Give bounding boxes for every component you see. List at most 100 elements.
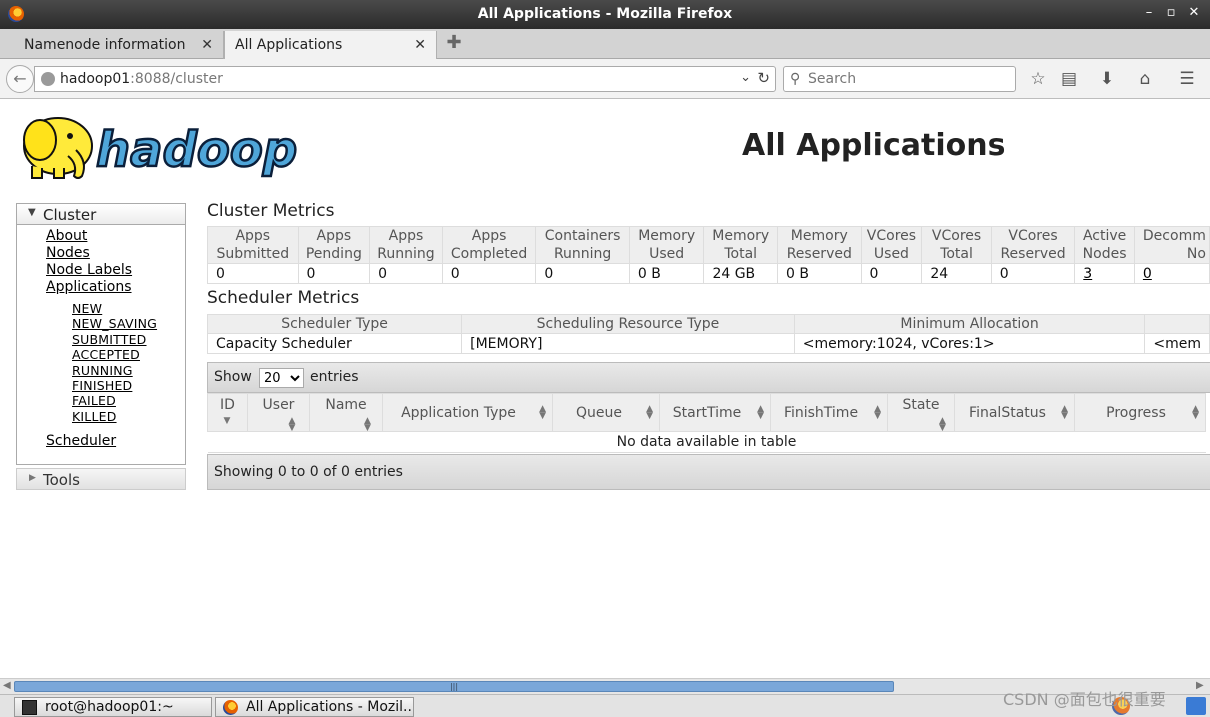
taskbar-item-terminal[interactable]: root@hadoop01:~: [14, 697, 212, 717]
tab-strip: Namenode information ✕ All Applications …: [0, 29, 1210, 60]
search-icon: ⚲: [790, 71, 801, 87]
sidebar-link-about[interactable]: About: [46, 228, 87, 244]
sidebar-link-running[interactable]: RUNNING: [72, 363, 133, 378]
table-header-row: ID ▼ User ▲ ▼ Name ▲ ▼ Application Type ▲ ▼ Que…: [207, 393, 1206, 433]
column-header-state[interactable]: State ▲ ▼: [887, 393, 955, 433]
column-header: VCores Total: [921, 226, 992, 264]
url-bar[interactable]: hadoop01:8088/cluster ⌄ ↻: [34, 66, 776, 92]
metric-apps-pending: 0: [297, 263, 371, 284]
sort-icon: ▲ ▼: [939, 416, 946, 433]
sort-icon: ▲ ▼: [539, 404, 546, 421]
sidebar-link-killed[interactable]: KILLED: [72, 409, 117, 424]
close-window-button[interactable]: ✕: [1186, 5, 1202, 23]
sidebar-link-nodes[interactable]: Nodes: [46, 245, 90, 261]
tab-all-applications[interactable]: All Applications ✕: [224, 31, 437, 60]
tools-accordion-header[interactable]: ▶ Tools: [16, 468, 186, 490]
sidebar-link-new-saving[interactable]: NEW_SAVING: [72, 316, 157, 331]
column-header: Scheduling Resource Type: [461, 314, 795, 334]
table-header-row: Apps Submitted Apps Pending Apps Running Ap…: [207, 226, 1210, 264]
column-header-application-type[interactable]: Application Type ▲ ▼: [382, 393, 553, 432]
reader-icon[interactable]: ▤: [1058, 68, 1080, 90]
maximize-button[interactable]: ▫: [1163, 5, 1179, 23]
sidebar-link-scheduler[interactable]: Scheduler: [46, 433, 116, 449]
url-dropdown-icon[interactable]: ⌄: [740, 70, 751, 85]
download-icon[interactable]: ⬇: [1096, 68, 1118, 90]
active-nodes-link[interactable]: 3: [1083, 266, 1092, 282]
column-header: Scheduler Type: [206, 314, 463, 334]
window-title: All Applications - Mozilla Firefox: [477, 6, 733, 22]
column-header-finish-time[interactable]: FinishTime ▲ ▼: [770, 393, 888, 432]
metric-vcores-reserved: 0: [990, 263, 1076, 284]
window-titlebar: All Applications - Mozilla Firefox – ▫ ✕: [0, 0, 1210, 29]
column-header: Containers Running: [535, 226, 630, 264]
metric-apps-submitted: 0: [207, 263, 299, 284]
hadoop-logo[interactable]: hadoop: [18, 106, 318, 182]
column-header-name[interactable]: Name ▲ ▼: [309, 393, 383, 433]
search-box[interactable]: ⚲: [783, 66, 1016, 92]
scroll-left-icon[interactable]: ◀: [3, 680, 11, 691]
tab-label: All Applications: [235, 37, 343, 53]
sidebar-link-finished[interactable]: FINISHED: [72, 378, 132, 393]
column-header-progress[interactable]: Progress ▲ ▼: [1074, 393, 1206, 432]
entries-label: entries: [310, 369, 359, 385]
taskbar-item-firefox[interactable]: All Applications - Mozil...: [215, 697, 414, 717]
star-icon[interactable]: ☆: [1027, 68, 1049, 90]
entries-per-page-select[interactable]: 20: [259, 368, 304, 388]
metric-memory-used: 0 B: [628, 263, 705, 284]
column-header: VCores Used: [860, 226, 923, 264]
column-header-final-status[interactable]: FinalStatus ▲ ▼: [954, 393, 1075, 432]
sort-icon: ▲ ▼: [364, 416, 371, 433]
metric-containers-running: 0: [535, 263, 630, 284]
column-header-user[interactable]: User ▲ ▼: [247, 393, 310, 433]
search-input[interactable]: [808, 70, 1008, 88]
metric-active-nodes: 3: [1074, 263, 1135, 284]
column-header: Memory Used: [628, 226, 705, 264]
sort-icon: ▲ ▼: [874, 404, 881, 421]
workspace-tray-icon[interactable]: [1186, 697, 1206, 715]
globe-icon: [41, 72, 55, 86]
table-row: Capacity Scheduler [MEMORY] <memory:1024…: [206, 333, 1210, 354]
column-header: Memory Total: [703, 226, 779, 264]
sidebar-link-applications[interactable]: Applications: [46, 279, 132, 295]
tab-close-icon[interactable]: ✕: [414, 37, 426, 53]
table-length-toolbar: Show 20 entries: [207, 362, 1210, 393]
tab-close-icon[interactable]: ✕: [201, 37, 213, 53]
sidebar-link-accepted[interactable]: ACCEPTED: [72, 347, 140, 362]
tab-namenode-information[interactable]: Namenode information ✕: [0, 31, 224, 59]
logo-wordmark: hadoop: [96, 122, 297, 178]
page-content: hadoop All Applications ▼ Cluster About …: [0, 100, 1210, 678]
new-tab-button[interactable]: ✚: [444, 33, 464, 53]
home-icon[interactable]: ⌂: [1134, 68, 1156, 90]
scrollbar-thumb[interactable]: |||: [14, 681, 894, 692]
sort-icon: ▲ ▼: [646, 404, 653, 421]
sort-icon: ▲ ▼: [757, 404, 764, 421]
scheduler-metrics-table: Scheduler Type Scheduling Resource Type …: [206, 314, 1210, 354]
triangle-down-icon: ▼: [28, 207, 36, 218]
table-header-row: Scheduler Type Scheduling Resource Type …: [206, 314, 1210, 334]
decommissioned-nodes-link[interactable]: 0: [1143, 266, 1152, 282]
taskbar-item-label: root@hadoop01:~: [45, 699, 174, 715]
column-header-id[interactable]: ID ▼: [207, 393, 248, 432]
table-row: No data available in table: [207, 431, 1206, 453]
reload-icon[interactable]: ↻: [757, 69, 770, 87]
applications-table: ID ▼ User ▲ ▼ Name ▲ ▼ Application Type ▲ ▼ Que…: [207, 393, 1206, 453]
table-info-bar: Showing 0 to 0 of 0 entries: [207, 454, 1210, 490]
sidebar-link-new[interactable]: NEW: [72, 301, 102, 316]
tools-label: Tools: [43, 471, 80, 489]
column-header: Memory Reserved: [777, 226, 862, 264]
scroll-right-icon[interactable]: ▶: [1196, 680, 1204, 691]
sidebar-link-submitted[interactable]: SUBMITTED: [72, 332, 147, 347]
tab-label: Namenode information: [24, 37, 186, 53]
column-header-queue[interactable]: Queue ▲ ▼: [552, 393, 660, 432]
cluster-accordion-header[interactable]: ▼ Cluster: [16, 203, 186, 225]
scheduler-metrics-title: Scheduler Metrics: [207, 288, 360, 308]
table-info-text: Showing 0 to 0 of 0 entries: [214, 464, 403, 480]
minimize-button[interactable]: –: [1141, 5, 1157, 23]
sort-icon: ▲ ▼: [1061, 404, 1068, 421]
sidebar-link-failed[interactable]: FAILED: [72, 393, 116, 408]
column-header-start-time[interactable]: StartTime ▲ ▼: [659, 393, 771, 432]
sidebar-link-node-labels[interactable]: Node Labels: [46, 262, 132, 278]
watermark: CSDN @面包也很重要: [1003, 690, 1166, 709]
back-arrow-icon[interactable]: ←: [6, 65, 34, 93]
menu-icon[interactable]: ☰: [1176, 68, 1198, 90]
